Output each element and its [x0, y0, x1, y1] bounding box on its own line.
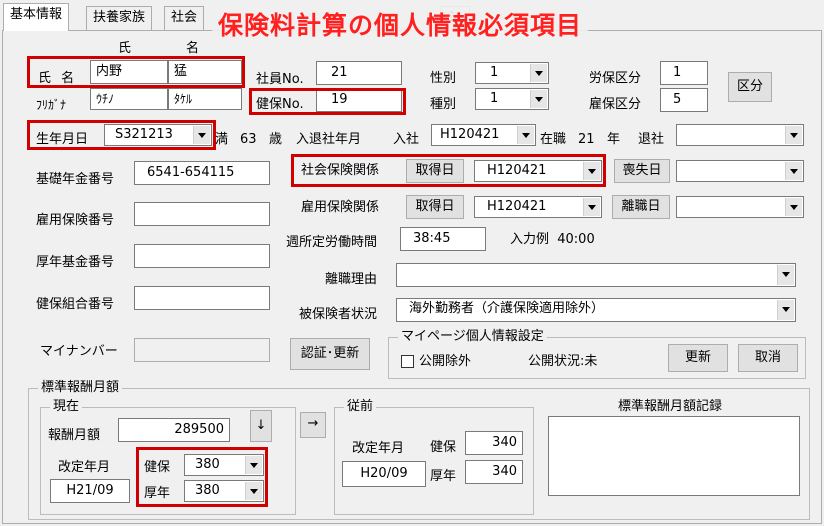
zaishoku-label: 在職	[540, 132, 567, 147]
chevron-down-icon[interactable]	[530, 64, 547, 82]
koho-field[interactable]: 5	[660, 88, 708, 112]
rouho-field[interactable]: 1	[660, 61, 708, 85]
current-premium-highlight	[136, 447, 268, 507]
salary-down-button[interactable]: ↓	[250, 410, 272, 442]
nen-label: 年	[607, 132, 621, 147]
work-hours-label: 週所定労働時間	[286, 235, 378, 250]
koyou-get-date-value: H120421	[487, 199, 547, 214]
previous-kenpo-label: 健保	[430, 440, 457, 455]
hihokensha-select[interactable]: 海外勤務者（介護保険適用除外）	[396, 298, 796, 322]
public-status: 公開状況:未	[528, 354, 598, 369]
salary-field[interactable]: 289500	[118, 418, 230, 442]
lost-date-select[interactable]	[676, 160, 804, 182]
chevron-down-icon[interactable]	[530, 90, 547, 108]
man-label: 満	[215, 132, 229, 147]
work-hours-field[interactable]: 38:45	[400, 227, 486, 251]
nyusha-label: 入社	[393, 132, 420, 147]
koyou-hoken-label: 雇用保険関係	[301, 200, 380, 215]
previous-kounen-field[interactable]: 340	[465, 460, 523, 484]
kana-sei-field[interactable]: ｳﾁﾉ	[90, 88, 168, 110]
tab-fuyou[interactable]: 扶養家族	[86, 6, 153, 30]
previous-kenpo-field[interactable]: 340	[465, 431, 523, 455]
kana-label: ﾌﾘｶﾞﾅ	[36, 98, 67, 112]
previous-revised-field[interactable]: H20/09	[342, 461, 426, 487]
chevron-down-icon[interactable]	[785, 126, 802, 144]
nyusha-value: H120421	[440, 127, 500, 142]
shubetsu-select[interactable]: 1	[475, 88, 549, 110]
public-exclude-checkbox[interactable]	[401, 355, 414, 368]
nyusha-select[interactable]: H120421	[431, 124, 536, 146]
rouho-label: 労保区分	[589, 71, 642, 86]
hihokensha-label: 被保険者状況	[299, 307, 378, 322]
lost-date-button[interactable]: 喪失日	[614, 159, 670, 183]
hihokensha-value: 海外勤務者（介護保険適用除外）	[409, 301, 605, 316]
name-highlight	[27, 56, 245, 88]
kenpo-no-highlight	[249, 88, 406, 115]
kana-mei-field[interactable]: ﾀｹﾙ	[168, 88, 242, 110]
current-revised-label: 改定年月	[58, 460, 111, 475]
zaishoku-years: 21	[578, 132, 595, 147]
chevron-down-icon[interactable]	[777, 265, 794, 285]
taisha-label: 退社	[638, 132, 665, 147]
birth-highlight	[27, 120, 216, 150]
salary-label: 報酬月額	[48, 428, 101, 443]
shakai-hoken-highlight	[291, 154, 606, 187]
rishoku-riyuu-select[interactable]	[396, 263, 796, 287]
current-title: 現在	[50, 399, 83, 415]
kiso-nenkin-field[interactable]: 6541-654115	[134, 161, 270, 185]
kounen-no-label: 厚年基金番号	[36, 255, 115, 270]
koyou-no-label: 雇用保険番号	[36, 213, 115, 228]
kounen-no-field[interactable]	[134, 244, 270, 268]
leave-date-select[interactable]	[676, 196, 804, 218]
gender-label: 性別	[430, 71, 457, 86]
kenpo-kumiai-label: 健保組合番号	[36, 297, 115, 312]
sai-label: 歳	[269, 132, 283, 147]
tab-shakai[interactable]: 社会	[164, 6, 205, 30]
koyou-no-field[interactable]	[134, 202, 270, 226]
current-revised-field[interactable]: H21/09	[50, 479, 130, 503]
chevron-down-icon[interactable]	[777, 300, 794, 320]
mypage-title: マイページ個人情報設定	[398, 329, 547, 345]
gender-select[interactable]: 1	[475, 62, 549, 84]
previous-kounen-label: 厚年	[430, 469, 457, 484]
mypage-cancel-button[interactable]: 取消	[738, 344, 798, 372]
public-exclude-label: 公開除外	[419, 354, 472, 369]
previous-revised-label: 改定年月	[352, 441, 405, 456]
record-list[interactable]	[548, 416, 800, 496]
chevron-down-icon[interactable]	[785, 198, 802, 216]
shubetsu-value: 1	[490, 91, 499, 106]
rishoku-riyuu-label: 離職理由	[325, 272, 378, 287]
kiso-nenkin-label: 基礎年金番号	[36, 172, 115, 187]
koyou-get-date-button[interactable]: 取得日	[406, 195, 464, 219]
taisha-select[interactable]	[676, 124, 804, 146]
my-number-field	[134, 338, 270, 362]
kubun-button[interactable]: 区分	[728, 72, 772, 102]
previous-title: 従前	[344, 399, 377, 415]
copy-to-previous-button[interactable]: →	[300, 412, 326, 438]
koho-label: 雇保区分	[589, 97, 642, 112]
nyutaisha-label: 入退社年月	[296, 132, 362, 147]
mypage-update-button[interactable]: 更新	[668, 344, 728, 372]
hyoujun-title: 標準報酬月額	[38, 380, 123, 396]
chevron-down-icon[interactable]	[785, 162, 802, 180]
chevron-down-icon[interactable]	[517, 126, 534, 144]
overlay-title: 保険料計算の個人情報必須項目	[212, 6, 589, 42]
employee-no-label: 社員No.	[256, 72, 304, 87]
work-hours-example: 入力例 40:00	[510, 232, 595, 247]
tab-kihon[interactable]: 基本情報	[3, 3, 70, 31]
my-number-label: マイナンバー	[40, 344, 118, 359]
auth-update-button[interactable]: 認証･更新	[290, 338, 370, 370]
koyou-get-date-select[interactable]: H120421	[474, 196, 602, 218]
employee-no-field[interactable]: 21	[316, 61, 402, 85]
shubetsu-label: 種別	[430, 97, 457, 112]
record-title: 標準報酬月額記録	[618, 399, 723, 414]
leave-date-button[interactable]: 離職日	[612, 195, 670, 219]
kenpo-kumiai-field[interactable]	[134, 286, 270, 310]
age-value: 63	[240, 132, 257, 147]
chevron-down-icon[interactable]	[583, 198, 600, 216]
gender-value: 1	[490, 65, 499, 80]
